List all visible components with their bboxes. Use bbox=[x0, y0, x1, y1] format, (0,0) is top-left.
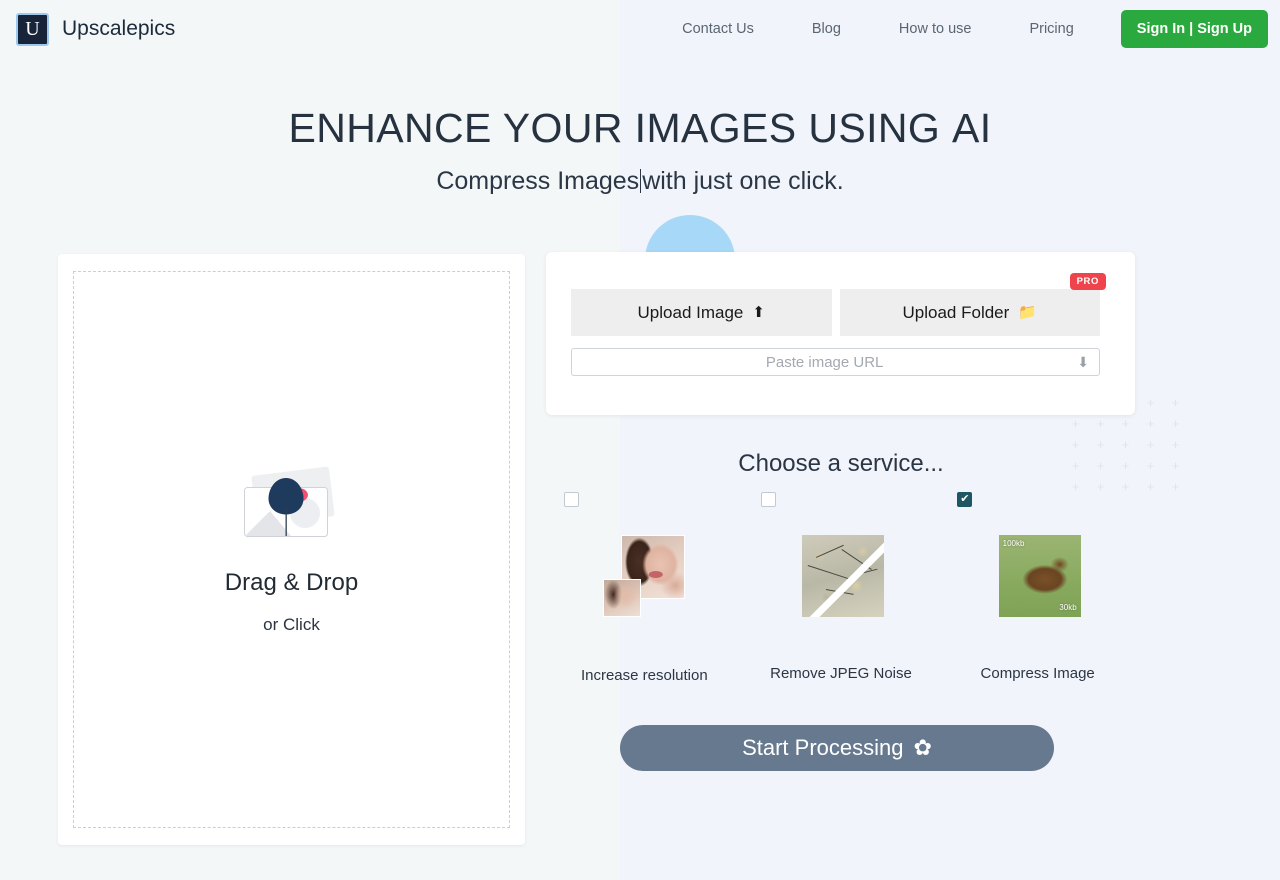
paste-url-row: ⬇ bbox=[571, 348, 1100, 376]
sign-in-sign-up-button[interactable]: Sign In | Sign Up bbox=[1120, 10, 1268, 48]
dropzone[interactable]: Drag & Drop or Click bbox=[73, 271, 510, 828]
size-after-label: 30kb bbox=[1059, 603, 1077, 612]
service-increase-resolution: Increase resolution bbox=[546, 492, 743, 684]
services-heading: Choose a service... bbox=[738, 450, 944, 477]
logo-icon: U bbox=[16, 12, 49, 46]
folder-icon: 📁 bbox=[1018, 304, 1037, 321]
start-processing-label: Start Processing bbox=[742, 735, 904, 760]
service-checkbox-row bbox=[743, 492, 940, 507]
checkbox-remove-jpeg-noise[interactable] bbox=[760, 492, 776, 507]
page-subtitle: Compress Images with just one click. bbox=[0, 169, 1280, 194]
thumbnail-compress-image[interactable]: 100kb 30kb bbox=[997, 535, 1081, 617]
services-grid: Increase resolution Remove JPEG Noise ✔ … bbox=[546, 492, 1136, 684]
dropzone-subtitle: or Click bbox=[263, 614, 320, 634]
service-label-remove-jpeg-noise: Remove JPEG Noise bbox=[770, 665, 912, 682]
nav-link-contact-us[interactable]: Contact Us bbox=[653, 21, 783, 37]
service-label-increase-resolution: Increase resolution bbox=[580, 667, 708, 684]
upload-card: Upload Image ⬆ Upload Folder 📁 PRO ⬇ bbox=[546, 252, 1135, 415]
thumbnail-increase-resolution[interactable] bbox=[603, 535, 686, 617]
upload-icon: ⬆ bbox=[752, 304, 765, 321]
noisy-branches-image bbox=[801, 535, 884, 617]
nav-link-pricing[interactable]: Pricing bbox=[1000, 21, 1102, 37]
gear-icon: ✿ bbox=[913, 735, 932, 760]
service-label-compress-image: Compress Image bbox=[980, 665, 1095, 682]
upload-folder-button[interactable]: Upload Folder 📁 PRO bbox=[839, 273, 1106, 336]
upload-folder-label: Upload Folder bbox=[902, 302, 1010, 322]
service-checkbox-row bbox=[546, 492, 743, 507]
upload-image-button[interactable]: Upload Image ⬆ bbox=[571, 289, 832, 336]
dropzone-card: Drag & Drop or Click bbox=[58, 254, 525, 845]
dropzone-title: Drag & Drop bbox=[224, 568, 359, 596]
brand[interactable]: U Upscalepics bbox=[16, 12, 176, 46]
bear-image: 100kb 30kb bbox=[998, 535, 1081, 617]
main-nav: Contact Us Blog How to use Pricing Sign … bbox=[653, 10, 1268, 48]
service-remove-jpeg-noise: Remove JPEG Noise bbox=[743, 492, 940, 684]
size-before-label: 100kb bbox=[1002, 539, 1025, 548]
checkbox-compress-image[interactable] bbox=[957, 492, 973, 507]
nav-link-how-to-use[interactable]: How to use bbox=[870, 21, 1001, 37]
paste-url-input[interactable] bbox=[572, 349, 1078, 375]
service-checkbox-row bbox=[939, 492, 1136, 507]
thumbnail-remove-jpeg-noise[interactable] bbox=[800, 535, 884, 617]
pro-badge: PRO bbox=[1069, 273, 1106, 290]
services-section: Choose a service... Increase resolution bbox=[546, 450, 1136, 684]
image-placeholder-icon bbox=[243, 466, 334, 537]
subtitle-dynamic-word: Compress Images bbox=[436, 167, 640, 195]
download-icon[interactable]: ⬇ bbox=[1077, 355, 1099, 369]
portrait-small-image bbox=[603, 579, 642, 617]
site-header: U Upscalepics Contact Us Blog How to use… bbox=[0, 0, 1280, 58]
page-title: ENHANCE YOUR IMAGES USING AI bbox=[0, 108, 1280, 149]
upload-image-label: Upload Image bbox=[637, 302, 744, 322]
subtitle-static: with just one click. bbox=[642, 167, 844, 195]
page-title-accent: AI bbox=[951, 105, 992, 151]
service-compress-image: 100kb 30kb Compress Image bbox=[939, 492, 1136, 684]
hero-section: ENHANCE YOUR IMAGES USING AI Compress Im… bbox=[0, 108, 1280, 194]
start-processing-button[interactable]: Start Processing ✿ bbox=[620, 725, 1054, 771]
page-title-main: ENHANCE YOUR IMAGES USING bbox=[288, 105, 952, 151]
brand-name: Upscalepics bbox=[62, 17, 176, 40]
checkbox-increase-resolution[interactable] bbox=[564, 492, 579, 507]
upload-buttons-row: Upload Image ⬆ Upload Folder 📁 PRO bbox=[571, 273, 1106, 336]
nav-link-blog[interactable]: Blog bbox=[783, 21, 870, 37]
